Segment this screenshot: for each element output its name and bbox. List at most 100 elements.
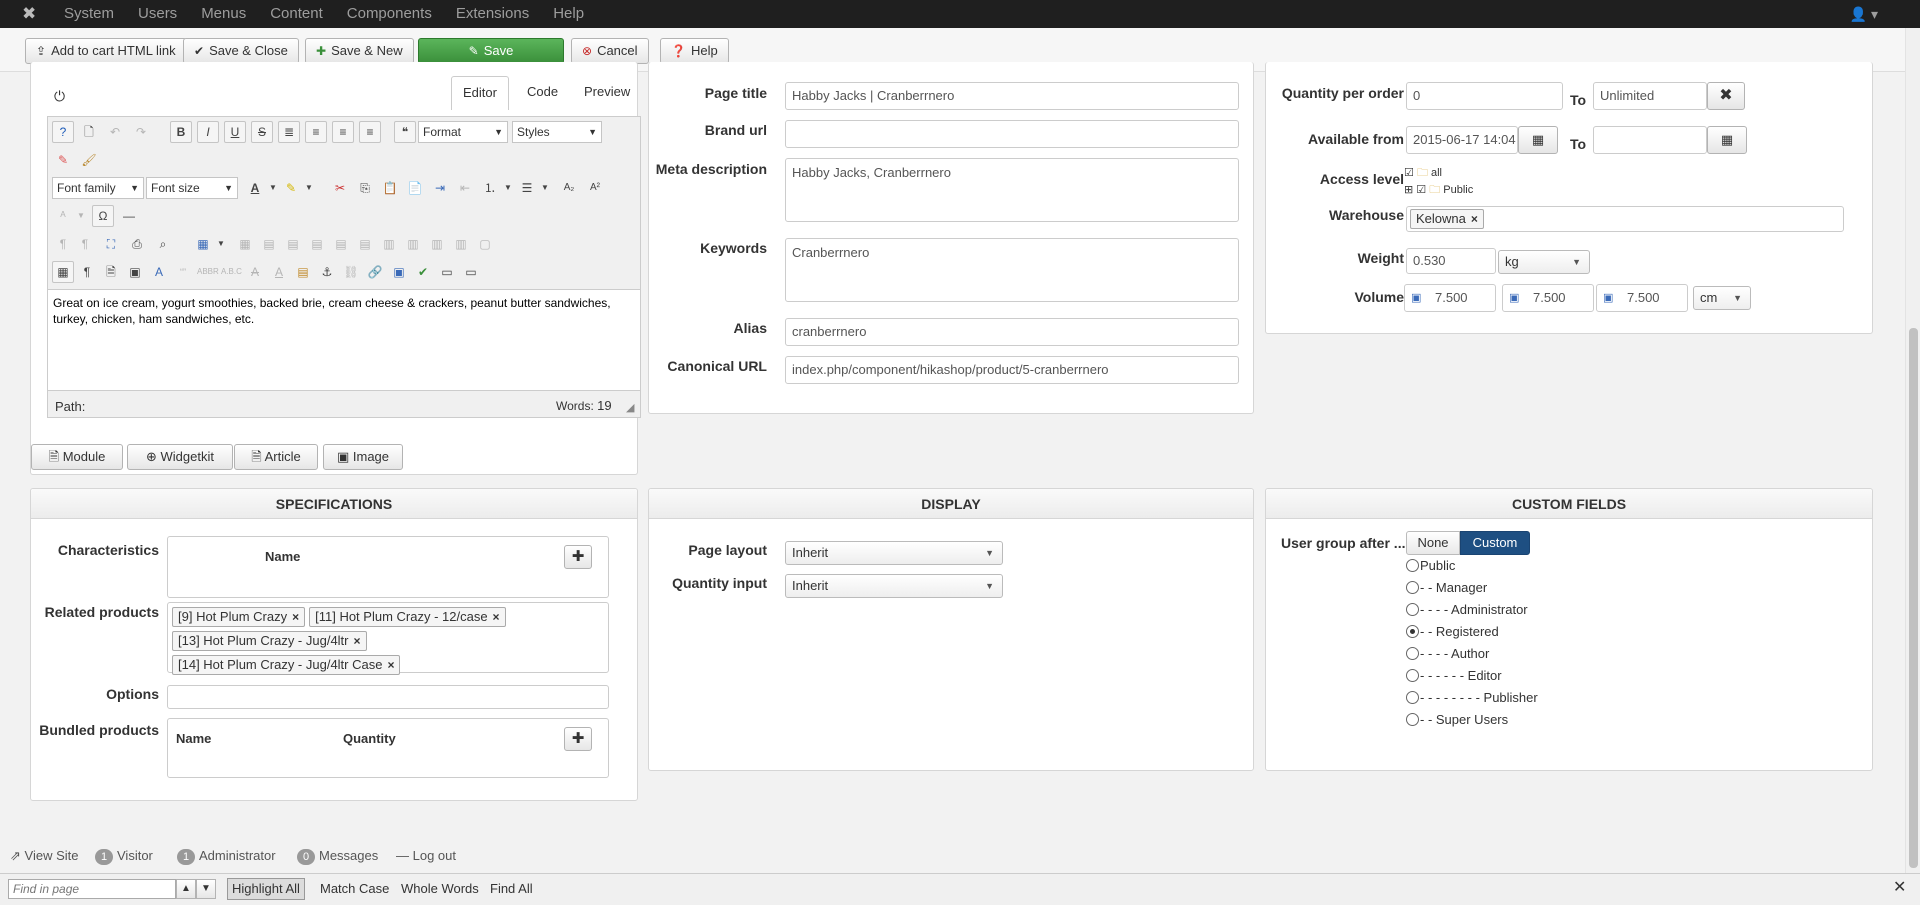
fullscreen-icon[interactable]: ⛶ [100,233,122,255]
module-button[interactable]: 🗎 Module [31,444,123,470]
weight-input[interactable]: 0.530 [1406,248,1496,274]
paste-icon[interactable]: 📋 [379,177,401,199]
volume-length-input[interactable]: ▣ 7.500 [1404,284,1496,312]
cite-icon[interactable]: “” [172,261,194,283]
unlink-icon[interactable]: ⛓ [340,261,362,283]
menu-system[interactable]: System [64,0,114,28]
delete-col-icon[interactable]: ▥ [426,233,448,255]
paste-text-icon[interactable]: 📄 [404,177,426,199]
administrators-status[interactable]: 1 Administrator [177,848,276,865]
save-close-button[interactable]: ✔ Save & Close [183,38,299,64]
meta-description-input[interactable]: Habby Jacks, Cranberrnero [785,158,1239,222]
indent-icon[interactable]: ⇥ [429,177,451,199]
available-from-calendar-button[interactable]: ▦ [1518,126,1558,154]
tab-preview[interactable]: Preview [584,76,630,108]
table-dropdown-icon[interactable]: ▼ [210,233,232,255]
clean-brush-icon[interactable]: 🖌 [78,149,100,171]
menu-extensions[interactable]: Extensions [456,0,529,28]
menu-menus[interactable]: Menus [201,0,246,28]
clear-max-button[interactable]: ✖ [1707,82,1745,110]
insert-row-before-icon[interactable]: ▤ [306,233,328,255]
group-option-registered[interactable]: - - Registered [1406,624,1499,639]
abbr-icon[interactable]: ABBR [196,261,219,283]
acronym-icon[interactable]: A.B.C [220,261,242,283]
format-select[interactable]: Format ▼ [418,121,508,143]
styles-select[interactable]: Styles ▼ [512,121,602,143]
keywords-input[interactable]: Cranberrnero [785,238,1239,302]
page-title-input[interactable]: Habby Jacks | Cranberrnero [785,82,1239,110]
menu-help[interactable]: Help [553,0,584,28]
delete-row-icon[interactable]: ▤ [354,233,376,255]
remove-tag-icon[interactable]: × [387,658,394,672]
messages-status[interactable]: 0 Messages [297,848,378,865]
remove-tag-icon[interactable]: × [292,610,299,624]
group-custom-toggle[interactable]: Custom [1460,531,1530,555]
alias-input[interactable]: cranberrnero [785,318,1239,346]
print-icon[interactable]: ⎙ [126,233,148,255]
cut-icon[interactable]: ✂ [329,177,351,199]
volume-unit-select[interactable]: cm ▼ [1693,286,1751,310]
help-button[interactable]: ❓ Help [660,38,729,64]
visitors-status[interactable]: 1 Visitor [95,848,153,865]
save-button[interactable]: ✎ Save [418,38,564,64]
rtl-icon[interactable]: ¶ [74,233,96,255]
insert-col-after-icon[interactable]: ▥ [402,233,424,255]
add-characteristic-button[interactable]: ✚ [564,545,592,569]
remove-tag-icon[interactable]: × [493,610,500,624]
layer-icon[interactable]: ▭ [460,261,482,283]
subscript-icon[interactable]: A₂ [558,177,580,199]
menu-content[interactable]: Content [270,0,323,28]
group-option-publisher[interactable]: - - - - - - - - Publisher [1406,690,1538,705]
row-props-icon[interactable]: ▤ [282,233,304,255]
qty-max-input[interactable]: Unlimited [1593,82,1707,110]
save-new-button[interactable]: ✚ Save & New [305,38,414,64]
new-document-icon[interactable]: 🗋 [78,121,100,143]
redo-icon[interactable]: ↷ [130,121,152,143]
related-products-field[interactable]: [9] Hot Plum Crazy × [11] Hot Plum Crazy -… [167,602,609,675]
group-option-administrator[interactable]: - - - - Administrator [1406,602,1528,617]
tab-editor[interactable]: Editor [451,76,509,110]
merge-cells-icon[interactable]: ▢ [474,233,496,255]
logout-link[interactable]: — Log out [396,848,456,864]
bullet-list-dropdown-icon[interactable]: ▼ [534,177,556,199]
media-icon[interactable]: ▣ [124,261,146,283]
delete-table-icon[interactable]: ▦ [234,233,256,255]
attributes-icon[interactable]: ▤ [292,261,314,283]
horizontal-rule-icon[interactable]: — [118,205,140,227]
user-menu-icon[interactable]: 👤 ▾ [1850,0,1878,28]
show-blocks-icon[interactable]: ¶ [76,261,98,283]
help-icon[interactable]: ? [52,121,74,143]
remove-tag-icon[interactable]: × [1471,212,1478,226]
superscript-icon[interactable]: A² [584,177,606,199]
find-next-button[interactable]: ▼ [196,879,216,899]
outdent-icon[interactable]: ⇤ [454,177,476,199]
menu-components[interactable]: Components [347,0,432,28]
find-previous-button[interactable]: ▲ [176,879,196,899]
article-button[interactable]: 🗎 Article [234,444,318,470]
qty-min-input[interactable]: 0 [1406,82,1563,110]
strikethrough-icon[interactable]: S [251,121,273,143]
highlight-dropdown-icon[interactable]: ▼ [298,177,320,199]
align-justify-icon[interactable]: ≣ [278,121,300,143]
menu-users[interactable]: Users [138,0,177,28]
available-to-calendar-button[interactable]: ▦ [1707,126,1747,154]
joomla-logo-icon[interactable]: ✖ [22,4,42,24]
font-family-select[interactable]: Font family ▼ [52,177,144,199]
styleprops-icon[interactable]: A [148,261,170,283]
remove-tag-icon[interactable]: × [354,634,361,648]
italic-icon[interactable]: I [197,121,219,143]
quantity-input-select[interactable]: Inherit ▼ [785,574,1003,598]
access-public-row[interactable]: ⊞ ☑ 🗀 Public [1404,182,1473,199]
options-field[interactable] [167,685,609,709]
blockquote-icon[interactable]: ❝ [394,121,416,143]
special-character-icon[interactable]: Ω [92,205,114,227]
group-option-public[interactable]: Public [1406,558,1455,573]
find-input[interactable] [8,879,176,899]
access-all-row[interactable]: ☑ 🗀 all [1404,165,1473,182]
tab-code[interactable]: Code [527,76,558,108]
group-option-author[interactable]: - - - - Author [1406,646,1489,661]
undo-icon[interactable]: ↶ [104,121,126,143]
group-option-editor[interactable]: - - - - - - Editor [1406,668,1502,683]
font-size-select[interactable]: Font size ▼ [146,177,238,199]
split-cells-icon[interactable]: ▥ [450,233,472,255]
